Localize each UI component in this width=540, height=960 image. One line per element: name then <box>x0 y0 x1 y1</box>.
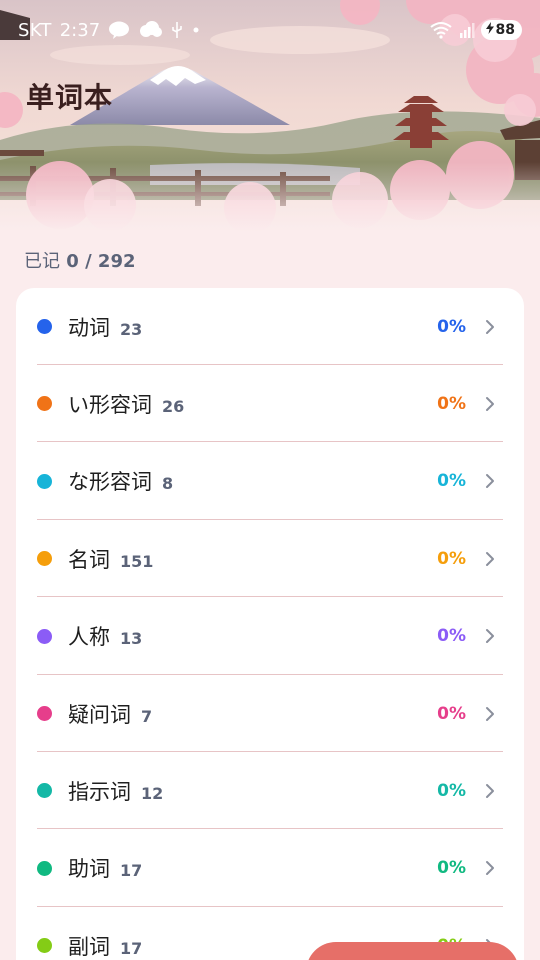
category-title: 动词 23 <box>68 312 142 342</box>
charging-icon <box>485 22 494 38</box>
category-title: い形容词 26 <box>68 389 184 419</box>
cloud-icon <box>138 21 163 39</box>
category-row[interactable]: 动词 23 0% <box>16 288 524 365</box>
category-word-count: 151 <box>120 551 154 571</box>
category-name: 人称 <box>68 625 110 650</box>
progress-summary-value: 0 / 292 <box>66 251 136 272</box>
category-color-dot <box>37 783 52 799</box>
category-word-count: 7 <box>141 706 153 726</box>
category-row[interactable]: 人称 13 0% <box>16 598 524 675</box>
category-title: 人称 13 <box>68 621 142 651</box>
category-color-dot <box>37 628 52 644</box>
category-progress-percent: 0% <box>437 780 466 801</box>
carrier-label: SKT <box>18 19 52 41</box>
category-title: な形容词 8 <box>68 466 173 496</box>
category-color-dot <box>37 319 52 334</box>
category-progress-percent: 0% <box>437 548 466 569</box>
usb-icon <box>170 20 184 40</box>
category-progress-percent: 0% <box>437 626 466 647</box>
floating-action-button[interactable] <box>306 942 519 960</box>
category-word-count: 26 <box>162 396 185 416</box>
battery-indicator: 88 <box>480 20 522 40</box>
category-title: 指示词 12 <box>68 776 163 806</box>
category-title: 助词 17 <box>68 853 142 883</box>
category-name: 动词 <box>68 315 110 340</box>
chevron-right-icon <box>484 471 496 491</box>
category-row[interactable]: 疑问词 7 0% <box>16 675 524 752</box>
chevron-right-icon <box>484 394 496 414</box>
chevron-right-icon <box>484 704 496 724</box>
wifi-icon <box>429 21 453 39</box>
talk-icon <box>108 21 130 39</box>
category-progress-percent: 0% <box>437 703 466 724</box>
category-word-count: 13 <box>120 629 143 649</box>
category-progress-percent: 0% <box>437 393 466 414</box>
category-progress-percent: 0% <box>437 858 466 879</box>
category-color-dot <box>37 706 52 721</box>
category-title: 副词 17 <box>68 931 142 960</box>
category-name: 疑问词 <box>68 702 131 727</box>
category-name: 助词 <box>68 857 110 882</box>
category-progress-percent: 0% <box>437 316 466 337</box>
category-row[interactable]: 指示词 12 0% <box>16 752 524 830</box>
chevron-right-icon <box>484 858 496 878</box>
chevron-right-icon <box>484 781 496 801</box>
category-row[interactable]: 名词 151 0% <box>16 520 524 598</box>
battery-level: 88 <box>495 22 515 38</box>
progress-summary: 已记 0 / 292 <box>24 247 136 273</box>
category-row[interactable]: い形容词 26 0% <box>16 365 524 443</box>
category-word-count: 17 <box>120 861 143 881</box>
category-color-dot <box>37 938 52 954</box>
page-title: 单词本 <box>26 81 114 114</box>
category-name: 副词 <box>68 934 110 959</box>
dot-icon <box>192 26 200 34</box>
chevron-right-icon <box>484 626 496 646</box>
signal-icon <box>459 22 475 38</box>
category-row[interactable]: 助词 17 0% <box>16 830 524 907</box>
category-word-count: 17 <box>120 938 143 958</box>
progress-summary-label: 已记 <box>24 251 60 272</box>
category-title: 疑问词 7 <box>68 699 152 729</box>
category-list: 动词 23 0% い形容词 26 0% な形容词 8 0% 名词 151 0% 人称 13 0% 疑问词 7 0%… <box>16 288 524 960</box>
category-name: な形容词 <box>68 470 152 495</box>
category-color-dot <box>37 860 52 876</box>
category-color-dot <box>37 551 52 567</box>
category-word-count: 23 <box>120 319 143 339</box>
category-name: い形容词 <box>68 392 152 417</box>
category-word-count: 8 <box>162 474 174 494</box>
clock: 2:37 <box>59 19 101 41</box>
category-word-count: 12 <box>141 783 164 803</box>
category-progress-percent: 0% <box>437 471 466 492</box>
category-name: 指示词 <box>68 779 131 804</box>
category-row[interactable]: な形容词 8 0% <box>16 443 524 520</box>
category-color-dot <box>37 473 52 489</box>
chevron-right-icon <box>484 549 496 569</box>
status-bar: SKT 2:37 88 <box>0 0 540 60</box>
category-title: 名词 151 <box>68 544 153 574</box>
category-name: 名词 <box>68 547 110 572</box>
category-color-dot <box>37 396 52 412</box>
chevron-right-icon <box>484 317 496 337</box>
